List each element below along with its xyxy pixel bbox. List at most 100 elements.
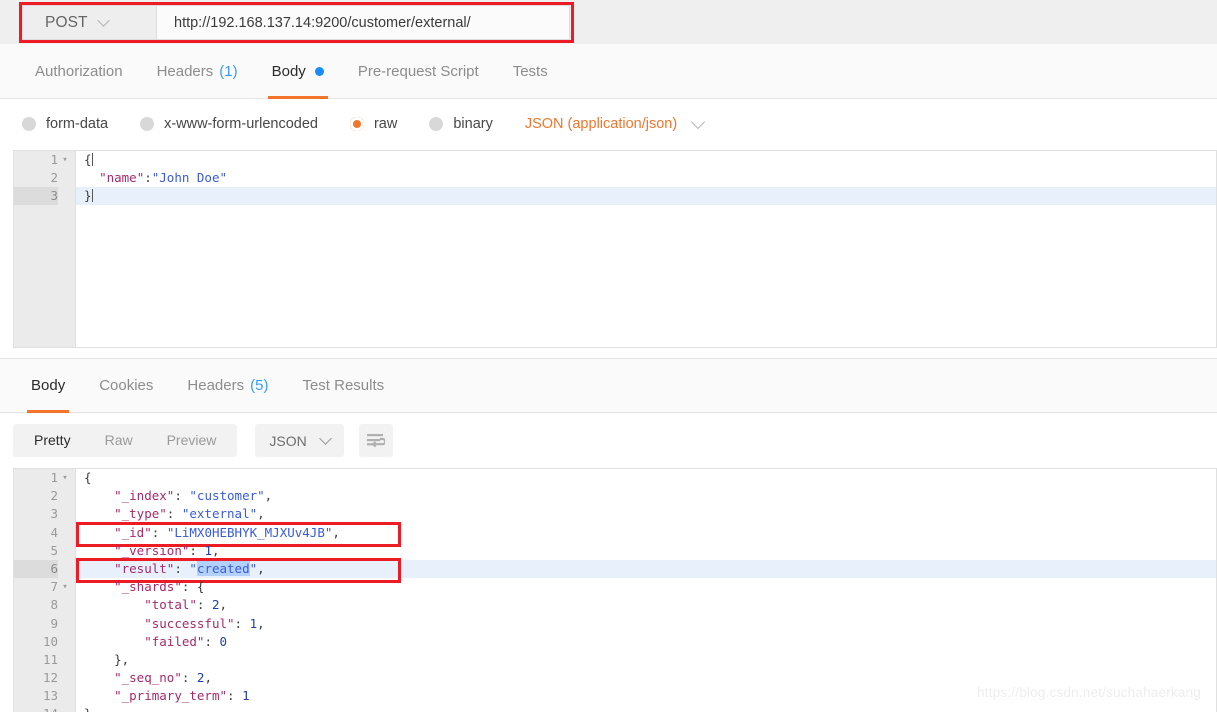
line-number: 8 bbox=[14, 596, 58, 614]
request-editor-code[interactable]: 1 ▾ { 2 "name":"John Doe" 3 } bbox=[76, 151, 1216, 347]
code-token-key: "failed" bbox=[144, 634, 204, 649]
table-row: 6 "result": "created", bbox=[76, 560, 1216, 578]
text-caret bbox=[92, 153, 93, 166]
tab-body[interactable]: Body bbox=[255, 44, 341, 99]
line-number: 2 bbox=[14, 487, 58, 505]
code-token-comma: , bbox=[257, 561, 265, 576]
code-token-colon: : bbox=[174, 561, 189, 576]
tab-tests[interactable]: Tests bbox=[496, 44, 565, 99]
response-tab-body[interactable]: Body bbox=[14, 358, 82, 413]
tab-headers-label: Headers bbox=[157, 63, 214, 80]
table-row: 3 "_type": "external", bbox=[76, 505, 1216, 523]
code-token-key: "_version" bbox=[114, 543, 189, 558]
content-type-dropdown[interactable]: JSON (application/json) bbox=[525, 116, 703, 132]
tab-pre-request-script[interactable]: Pre-request Script bbox=[341, 44, 496, 99]
http-method-dropdown[interactable]: POST bbox=[23, 6, 157, 39]
code-token-value: "LiMX0HEBHYK_MJXUv4JB" bbox=[167, 525, 333, 540]
code-token-key: "name" bbox=[99, 170, 144, 185]
code-token-colon: : bbox=[174, 488, 189, 503]
tab-headers-count: (1) bbox=[219, 63, 237, 80]
tab-tests-label: Tests bbox=[513, 63, 548, 80]
content-type-label: JSON (application/json) bbox=[525, 116, 677, 132]
http-method-label: POST bbox=[45, 14, 88, 32]
radio-raw-label: raw bbox=[374, 116, 397, 132]
fold-arrow-icon[interactable]: ▾ bbox=[60, 151, 70, 169]
table-row: 10 "failed": 0 bbox=[76, 633, 1216, 651]
radio-form-data[interactable]: form-data bbox=[22, 116, 108, 132]
response-tab-headers[interactable]: Headers (5) bbox=[170, 358, 285, 413]
radio-binary-label: binary bbox=[453, 116, 493, 132]
radio-form-data-label: form-data bbox=[46, 116, 108, 132]
body-type-selector: form-data x-www-form-urlencoded raw bina… bbox=[0, 99, 1217, 149]
word-wrap-icon bbox=[367, 434, 385, 448]
body-modified-dot-icon bbox=[315, 67, 324, 76]
line-number: 3 bbox=[14, 187, 58, 205]
response-tab-headers-count: (5) bbox=[250, 377, 268, 394]
code-token-value: 2 bbox=[212, 597, 220, 612]
table-row: 5 "_version": 1, bbox=[76, 542, 1216, 560]
radio-binary[interactable]: binary bbox=[429, 116, 493, 132]
request-url-input[interactable] bbox=[157, 6, 569, 39]
view-mode-raw[interactable]: Raw bbox=[88, 424, 150, 457]
code-token-comma: , bbox=[265, 488, 273, 503]
view-mode-pretty[interactable]: Pretty bbox=[17, 424, 88, 457]
response-view-mode-group: Pretty Raw Preview bbox=[13, 424, 237, 457]
response-tab-body-label: Body bbox=[31, 377, 65, 394]
code-token-value: 1 bbox=[204, 543, 212, 558]
tab-authorization[interactable]: Authorization bbox=[18, 44, 140, 99]
response-tab-test-results[interactable]: Test Results bbox=[285, 358, 401, 413]
fold-arrow-icon[interactable]: ▾ bbox=[60, 578, 70, 596]
code-token-colon: : bbox=[167, 506, 182, 521]
table-row: 9 "successful": 1, bbox=[76, 615, 1216, 633]
response-format-dropdown[interactable]: JSON bbox=[255, 424, 343, 457]
code-token-value: "external" bbox=[182, 506, 257, 521]
code-token-value: 1 bbox=[242, 688, 250, 703]
postman-window: POST Authorization Headers (1) Body Pre-… bbox=[0, 0, 1217, 712]
chevron-down-icon bbox=[97, 14, 110, 27]
table-row: 4 "_id": "LiMX0HEBHYK_MJXUv4JB", bbox=[76, 524, 1216, 542]
fold-arrow-icon[interactable]: ▾ bbox=[60, 469, 70, 487]
radio-raw-icon bbox=[350, 117, 364, 131]
code-token-colon: : bbox=[152, 525, 167, 540]
code-token-brace: { bbox=[84, 152, 92, 167]
code-token-key: "_type" bbox=[114, 506, 167, 521]
code-token-key: "_primary_term" bbox=[114, 688, 227, 703]
table-row: 11 }, bbox=[76, 651, 1216, 669]
request-url-bar: POST bbox=[22, 5, 570, 40]
line-number: 1 bbox=[14, 151, 58, 169]
line-number: 7 bbox=[14, 578, 58, 596]
line-number: 10 bbox=[14, 633, 58, 651]
request-body-editor[interactable]: 1 ▾ { 2 "name":"John Doe" 3 } bbox=[13, 150, 1217, 348]
code-token-key: "_shards" bbox=[114, 579, 182, 594]
view-mode-preview[interactable]: Preview bbox=[150, 424, 234, 457]
code-token-value: "customer" bbox=[189, 488, 264, 503]
line-number: 4 bbox=[14, 524, 58, 542]
code-token-value: "John Doe" bbox=[152, 170, 227, 185]
response-tab-cookies[interactable]: Cookies bbox=[82, 358, 170, 413]
tab-headers[interactable]: Headers (1) bbox=[140, 44, 255, 99]
word-wrap-button[interactable] bbox=[359, 424, 393, 457]
response-body-editor[interactable]: 1 ▾ { 2 "_index": "customer", 3 "_type":… bbox=[13, 468, 1217, 712]
code-token-quote: " bbox=[189, 561, 197, 576]
line-number: 1 bbox=[14, 469, 58, 487]
radio-x-www-form-urlencoded[interactable]: x-www-form-urlencoded bbox=[140, 116, 318, 132]
tab-pre-request-script-label: Pre-request Script bbox=[358, 63, 479, 80]
code-token-key: "_id" bbox=[114, 525, 152, 540]
table-row: 1 ▾ { bbox=[76, 469, 1216, 487]
code-token-key: "successful" bbox=[144, 616, 234, 631]
response-tab-cookies-label: Cookies bbox=[99, 377, 153, 394]
code-line: 1 ▾ { bbox=[76, 151, 1216, 169]
radio-raw[interactable]: raw bbox=[350, 116, 397, 132]
code-token-brace: { bbox=[197, 579, 205, 594]
radio-binary-icon bbox=[429, 117, 443, 131]
radio-form-data-icon bbox=[22, 117, 36, 131]
line-number: 14 bbox=[14, 705, 58, 712]
radio-x-www-form-urlencoded-label: x-www-form-urlencoded bbox=[164, 116, 318, 132]
watermark: https://blog.csdn.net/suchahaerkang bbox=[977, 685, 1201, 700]
code-token-key: "total" bbox=[144, 597, 197, 612]
response-editor-code: 1 ▾ { 2 "_index": "customer", 3 "_type":… bbox=[76, 469, 1216, 712]
response-format-label: JSON bbox=[269, 433, 306, 449]
code-token-comma: , bbox=[257, 506, 265, 521]
code-token-brace: } bbox=[84, 706, 92, 712]
text-caret bbox=[92, 189, 93, 202]
